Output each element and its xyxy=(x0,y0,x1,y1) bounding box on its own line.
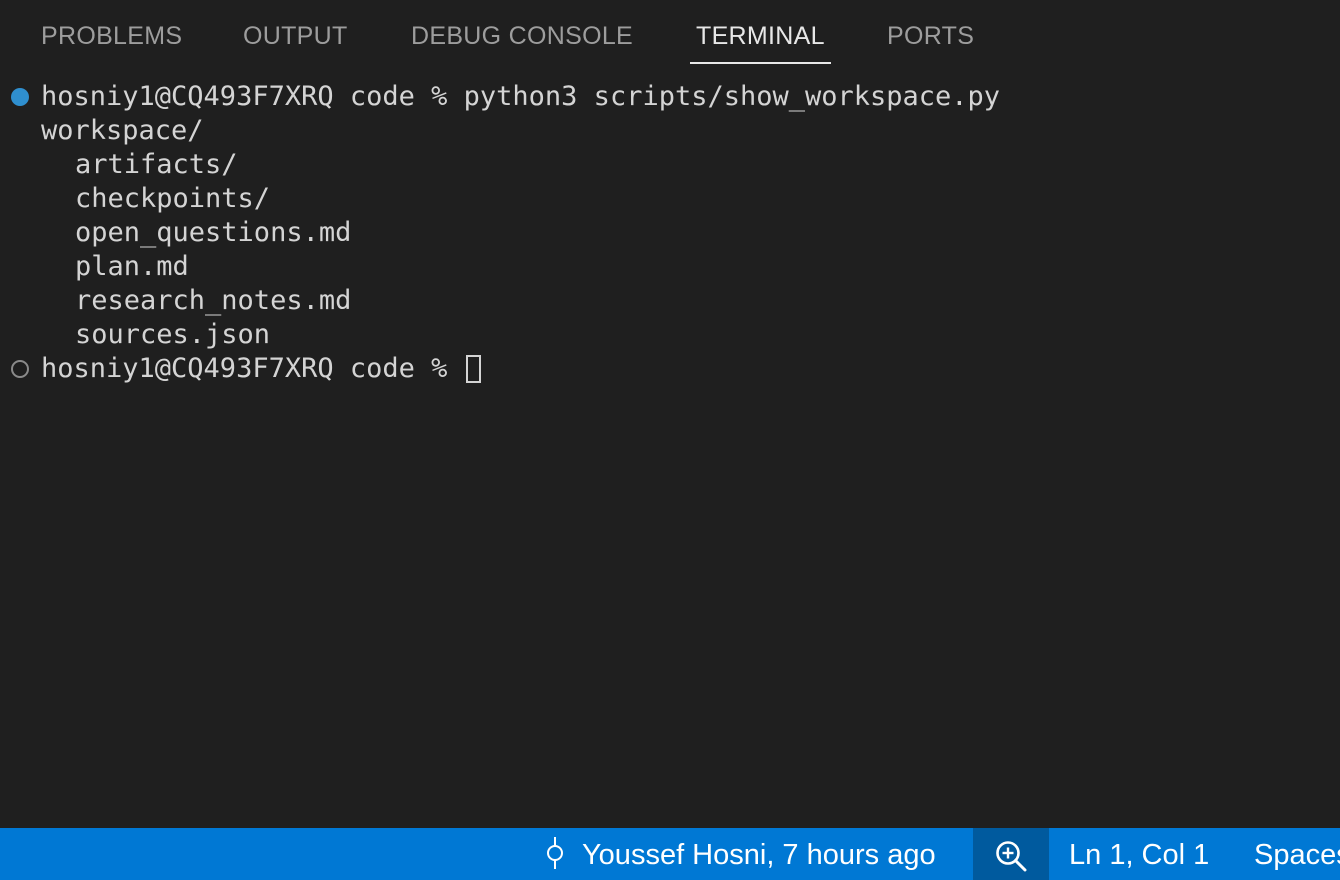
tab-terminal[interactable]: TERMINAL xyxy=(690,22,831,68)
terminal-cursor xyxy=(465,355,481,383)
zoom-button[interactable] xyxy=(973,828,1049,880)
tab-problems[interactable]: PROBLEMS xyxy=(41,22,182,68)
command-success-decoration-icon[interactable] xyxy=(11,88,29,106)
zoom-in-icon xyxy=(996,841,1027,872)
terminal-prompt: hosniy1@CQ493F7XRQ code % xyxy=(41,353,464,384)
tab-debug-console[interactable]: DEBUG CONSOLE xyxy=(411,22,633,68)
command-pending-decoration-icon[interactable] xyxy=(11,360,29,378)
cursor-position-item[interactable]: Ln 1, Col 1 xyxy=(1069,828,1209,880)
terminal-output-line: open_questions.md xyxy=(75,217,352,248)
terminal-prompt-line[interactable]: hosniy1@CQ493F7XRQ code % xyxy=(41,352,481,386)
panel-tab-bar: PROBLEMS OUTPUT DEBUG CONSOLE TERMINAL P… xyxy=(0,0,1340,68)
terminal-output-line: artifacts/ xyxy=(75,149,238,180)
terminal-command-line: hosniy1@CQ493F7XRQ code % python3 script… xyxy=(41,81,1001,112)
terminal-output-line: workspace/ xyxy=(41,115,204,146)
terminal-panel: PROBLEMS OUTPUT DEBUG CONSOLE TERMINAL P… xyxy=(0,0,1340,880)
git-blame-text: Youssef Hosni, 7 hours ago xyxy=(582,839,936,871)
git-blame-item[interactable]: Youssef Hosni, 7 hours ago xyxy=(544,828,936,880)
tab-output[interactable]: OUTPUT xyxy=(243,22,348,68)
terminal-output-line: checkpoints/ xyxy=(75,183,271,214)
terminal-output-line: plan.md xyxy=(75,251,189,282)
terminal-output-line: sources.json xyxy=(75,319,271,350)
status-bar: Youssef Hosni, 7 hours ago Ln 1, Col 1 S… xyxy=(0,828,1340,880)
terminal-output-line: research_notes.md xyxy=(75,285,352,316)
terminal-output[interactable]: hosniy1@CQ493F7XRQ code % python3 script… xyxy=(0,80,1340,820)
git-commit-icon xyxy=(544,837,566,869)
tab-ports[interactable]: PORTS xyxy=(887,22,974,68)
indentation-item[interactable]: Spaces: 4 xyxy=(1254,828,1340,880)
